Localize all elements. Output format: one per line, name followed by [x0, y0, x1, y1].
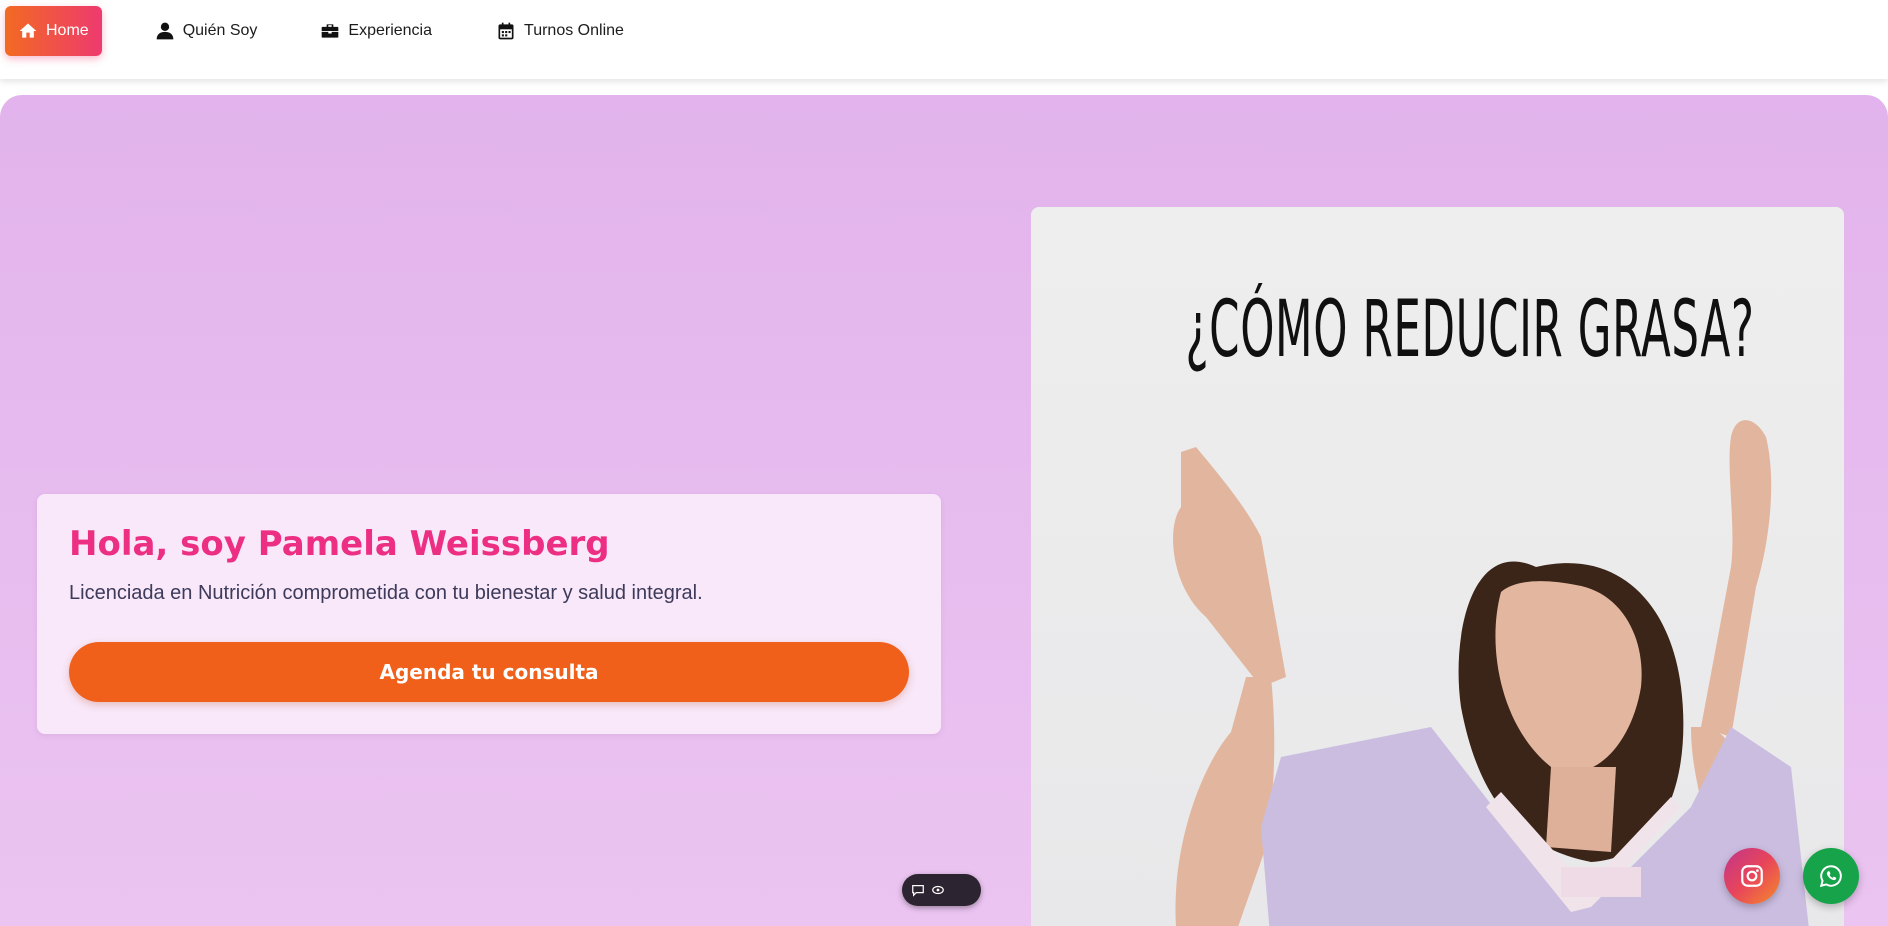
- user-icon: [155, 21, 175, 41]
- promo-image: ¿CÓMO REDUCIR GRASA?: [1031, 207, 1844, 926]
- whatsapp-button[interactable]: [1803, 848, 1859, 904]
- top-navbar: Home Quién Soy Experiencia Turnos Online: [0, 0, 1888, 79]
- eye-icon[interactable]: [931, 883, 945, 897]
- nav-item-experiencia[interactable]: Experiencia: [320, 6, 432, 56]
- nav-label-experiencia: Experiencia: [348, 21, 433, 39]
- hero-subtitle: Licenciada en Nutrición comprometida con…: [69, 582, 703, 604]
- hero-section: Hola, soy Pamela Weissberg Licenciada en…: [0, 95, 1888, 926]
- nav-item-turnos-online[interactable]: Turnos Online: [496, 6, 624, 56]
- hero-title: Hola, soy Pamela Weissberg: [69, 524, 610, 564]
- floating-toolbar[interactable]: [902, 874, 981, 906]
- agenda-consulta-button[interactable]: Agenda tu consulta: [69, 642, 909, 702]
- nav-label-quien-soy: Quién Soy: [182, 21, 258, 39]
- instagram-button[interactable]: [1724, 848, 1780, 904]
- instagram-icon: [1741, 865, 1763, 887]
- nav-item-home[interactable]: Home: [5, 5, 102, 56]
- nav-label-turnos-online: Turnos Online: [524, 21, 624, 39]
- nav-item-quien-soy[interactable]: Quién Soy: [155, 6, 258, 56]
- promo-headline: ¿CÓMO REDUCIR GRASA?: [1185, 285, 1755, 375]
- nav-label-home: Home: [46, 21, 89, 39]
- whatsapp-icon: [1819, 865, 1842, 888]
- intro-card: Hola, soy Pamela Weissberg Licenciada en…: [37, 494, 941, 734]
- comment-icon[interactable]: [911, 883, 925, 897]
- home-icon: [18, 21, 38, 41]
- briefcase-icon: [320, 21, 340, 41]
- calendar-icon: [496, 21, 516, 41]
